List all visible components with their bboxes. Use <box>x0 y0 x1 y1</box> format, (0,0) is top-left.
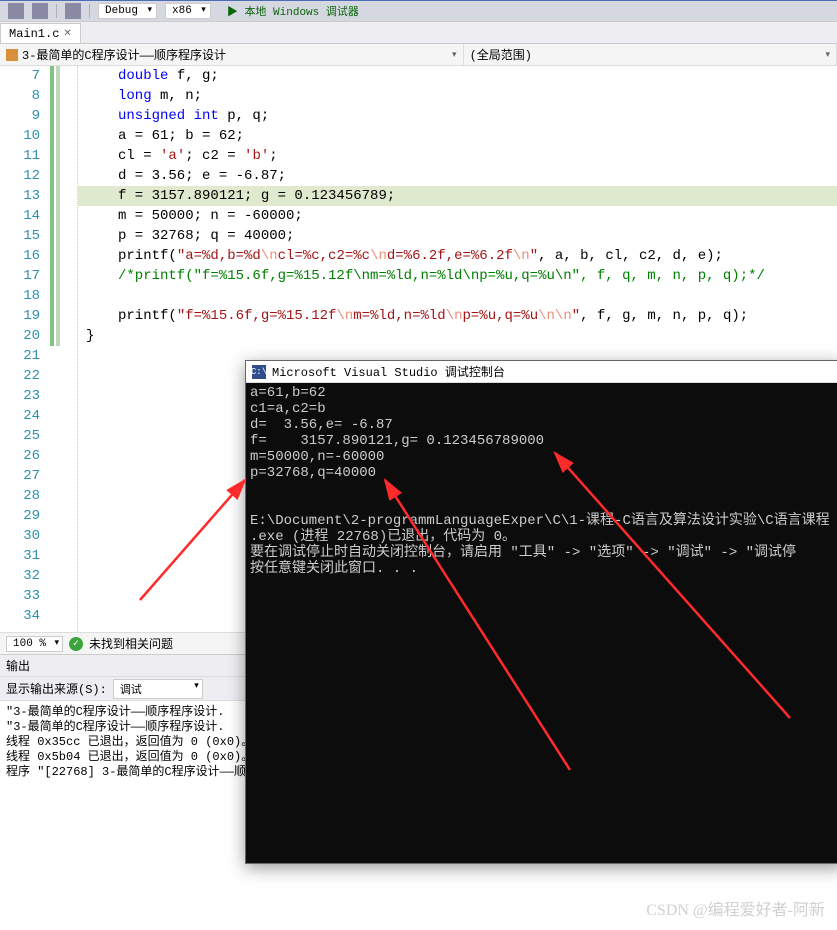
platform-dropdown[interactable]: x86 <box>165 3 211 19</box>
config-dropdown[interactable]: Debug <box>98 3 157 19</box>
issues-label: 未找到相关问题 <box>89 635 173 652</box>
check-icon: ✓ <box>69 637 83 651</box>
run-button[interactable]: ▶ 本地 Windows 调试器 <box>219 2 367 20</box>
scope-dropdown-left[interactable]: 3-最简单的C程序设计——顺序程序设计 ▾ <box>0 44 464 65</box>
chevron-down-icon: ▾ <box>825 50 830 60</box>
toolbar-icon[interactable] <box>65 3 81 19</box>
nav-bar: 3-最简单的C程序设计——顺序程序设计 ▾ (全局范围) ▾ <box>0 44 837 66</box>
tab-label: Main1.c <box>9 27 59 41</box>
console-title-text: Microsoft Visual Studio 调试控制台 <box>272 363 505 380</box>
line-gutter: 7891011121314151617181920212223242526272… <box>0 66 46 632</box>
chevron-down-icon: ▾ <box>452 50 457 60</box>
change-margin <box>46 66 78 632</box>
main-toolbar: Debug x86 ▶ 本地 Windows 调试器 <box>0 0 837 22</box>
watermark: CSDN @编程爱好者-阿新 <box>646 896 825 920</box>
close-icon[interactable]: ✕ <box>63 28 71 40</box>
console-body[interactable]: a=61,b=62 c1=a,c2=b d= 3.56,e= -6.87 f= … <box>246 383 837 863</box>
output-src-label: 显示输出来源(S): <box>6 680 107 697</box>
toolbar-icon[interactable] <box>8 3 24 19</box>
tab-bar: Main1.c ✕ <box>0 22 837 44</box>
tab-main1c[interactable]: Main1.c ✕ <box>0 23 81 43</box>
scope-dropdown-right[interactable]: (全局范围) ▾ <box>464 44 837 65</box>
output-src-dropdown[interactable]: 调试 <box>113 679 203 699</box>
toolbar-icon[interactable] <box>32 3 48 19</box>
console-icon: C:\ <box>252 365 266 379</box>
file-icon <box>6 49 18 61</box>
zoom-dropdown[interactable]: 100 % <box>6 636 63 652</box>
console-titlebar[interactable]: C:\ Microsoft Visual Studio 调试控制台 <box>246 361 837 383</box>
debug-console-window[interactable]: C:\ Microsoft Visual Studio 调试控制台 a=61,b… <box>245 360 837 864</box>
